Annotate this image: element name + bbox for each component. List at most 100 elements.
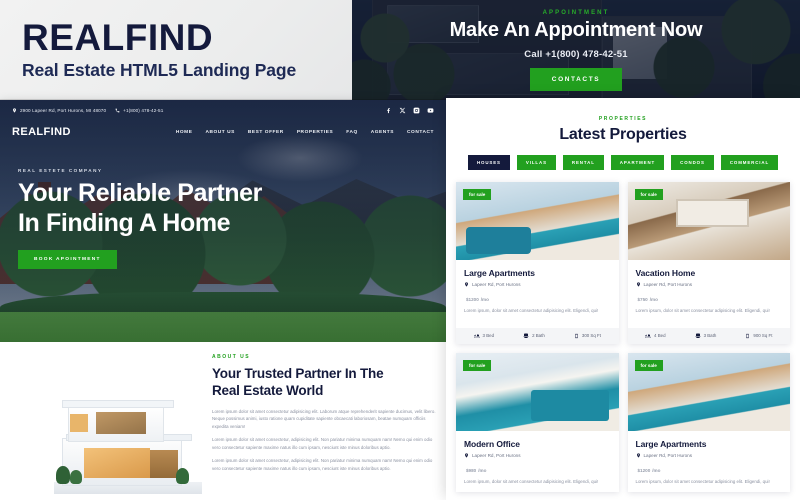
filter-tab-condos[interactable]: CONDOS: [671, 155, 714, 170]
property-price-value: $980: [466, 467, 477, 473]
property-card[interactable]: for sale Modern Office Lapeer Rd, Port H…: [456, 352, 619, 492]
property-price-unit: /mo: [649, 297, 658, 302]
property-description: Lorem ipsum, dolor sit amet consectetur …: [635, 308, 770, 313]
property-location: Lapeer Rd, Port Hurons: [636, 282, 783, 287]
for-sale-badge: for sale: [463, 359, 492, 371]
feature-label: 2 Bath: [532, 333, 545, 339]
about-house-illustration: [4, 386, 202, 496]
property-card[interactable]: for sale Vacation Home Lapeer Rd, Port H…: [627, 182, 790, 344]
topbar-address-text: 2900 Lapeer Rd, Port Hurons, MI 48070: [20, 107, 107, 113]
property-feature-bath: 2 Bath: [523, 333, 545, 339]
feature-label: 900 Sq Ft: [753, 333, 773, 339]
property-price: $980/mo: [464, 464, 611, 474]
nav-link-about-us[interactable]: ABOUT US: [205, 130, 234, 135]
bed-icon: [645, 334, 651, 338]
book-appointment-button[interactable]: BOOK APOINTMENT: [18, 250, 117, 269]
property-location: Lapeer Rd, Port Hurons: [636, 453, 783, 458]
hero-copy: REAL ESTETE COMPANY Your Reliable Partne…: [18, 168, 348, 269]
property-description: Lorem ipsum, dolor sit amet consectetur …: [635, 478, 770, 484]
feature-label: 4 Bed: [654, 333, 666, 339]
property-card-image: for sale: [627, 352, 790, 431]
youtube-icon[interactable]: [427, 107, 434, 114]
property-card[interactable]: for sale Large Apartments Lapeer Rd, Por…: [456, 182, 619, 344]
property-title: Large Apartments: [464, 268, 535, 278]
brand-panel: REALFIND Real Estate HTML5 Landing Page: [0, 0, 352, 100]
about-title-line2: Real Estate World: [212, 383, 324, 399]
property-price-unit: /mo: [478, 467, 487, 473]
property-price-value: $750: [637, 297, 648, 302]
property-location-text: Lapeer Rd, Port Hurons: [472, 452, 521, 458]
appointment-eyebrow: APPOINTMENT: [542, 9, 610, 16]
area-icon: [575, 333, 578, 338]
brand-tagline: Real Estate HTML5 Landing Page: [22, 60, 297, 81]
x-twitter-icon[interactable]: [399, 107, 406, 114]
properties-filter-tabs: HOUSES VILLAS RENTAL APARTMENT CONDOS CO…: [446, 155, 800, 170]
property-location-text: Lapeer Rd, Port Hurons: [643, 282, 693, 287]
nav-link-faq[interactable]: FAQ: [346, 130, 358, 135]
appointment-title: Make An Appointment Now: [449, 18, 703, 41]
topbar-phone-text: +1(800) 478-42-51: [123, 107, 164, 113]
property-feature-bath: 3 Bath: [695, 333, 716, 339]
location-pin-icon: [465, 282, 468, 287]
location-pin-icon: [465, 453, 468, 458]
location-pin-icon: [13, 107, 16, 113]
nav-logo[interactable]: REALFIND: [12, 126, 71, 138]
for-sale-badge: for sale: [634, 359, 663, 371]
properties-header: PROPERTIES Latest Properties: [446, 98, 800, 144]
hero-headline-line1: Your Reliable Partner: [18, 179, 262, 207]
property-features: 4 Bed 3 Bath 900 Sq Ft: [627, 327, 790, 344]
property-card[interactable]: for sale Large Apartments Lapeer Rd, Por…: [627, 352, 790, 492]
bed-icon: [474, 334, 480, 338]
nav-link-properties[interactable]: PROPERTIES: [297, 130, 333, 135]
filter-tab-apartment[interactable]: APARTMENT: [610, 155, 665, 170]
filter-tab-houses[interactable]: HOUSES: [467, 155, 510, 170]
nav-link-contact[interactable]: CONTACT: [407, 130, 434, 135]
about-title-line1: Your Trusted Partner In The: [212, 366, 384, 381]
nav-links: HOME ABOUT US BEST OFFER PROPERTIES FAQ …: [176, 130, 434, 135]
nav-link-agents[interactable]: AGENTS: [371, 130, 394, 135]
area-icon: [746, 333, 750, 338]
instagram-icon[interactable]: [413, 107, 420, 114]
bath-icon: [695, 333, 701, 338]
property-title: Large Apartments: [635, 438, 707, 449]
location-pin-icon: [636, 453, 640, 458]
property-title: Modern Office: [464, 438, 520, 449]
property-card-image: for sale: [627, 182, 790, 260]
property-price-unit: /mo: [480, 297, 489, 302]
about-paragraph-1: Lorem ipsum dolor sit amet consectetur a…: [212, 408, 436, 429]
about-copy: ABOUT US Your Trusted Partner In The Rea…: [212, 354, 436, 473]
bath-icon: [523, 333, 529, 338]
nav-link-best-offer[interactable]: BEST OFFER: [248, 130, 284, 135]
topbar: 2900 Lapeer Rd, Port Hurons, MI 48070 +1…: [0, 100, 446, 120]
property-location: Lapeer Rd, Port Hurons: [464, 453, 611, 458]
nav-link-home[interactable]: HOME: [176, 130, 193, 135]
filter-tab-commercial[interactable]: COMMERCIAL: [720, 155, 779, 170]
panel-seam: [0, 99, 446, 100]
property-feature-bed: 3 Bed: [474, 333, 494, 339]
about-paragraph-3: Lorem ipsum dolor sit amet consectetur, …: [212, 458, 433, 471]
feature-label: 300 Sq Ft: [581, 333, 601, 339]
contacts-button[interactable]: CONTACTS: [529, 67, 623, 91]
latest-properties-panel: PROPERTIES Latest Properties HOUSES VILL…: [446, 98, 800, 500]
properties-eyebrow: PROPERTIES: [598, 116, 648, 122]
property-card-image: for sale: [456, 182, 619, 260]
for-sale-badge: for sale: [463, 189, 492, 200]
appointment-banner: APPOINTMENT Make An Appointment Now Call…: [352, 0, 800, 100]
main-navbar: REALFIND HOME ABOUT US BEST OFFER PROPER…: [0, 120, 446, 144]
property-location: Lapeer Rd, Port Hurons: [464, 282, 611, 287]
hero-headline-line2: In Finding A Home: [18, 208, 231, 237]
screenshot-stage: REALFIND Real Estate HTML5 Landing Page …: [0, 0, 800, 500]
filter-tab-rental[interactable]: RENTAL: [562, 155, 604, 170]
property-feature-area: 900 Sq Ft: [745, 333, 772, 339]
appointment-phone-text: Call +1(800) 478-42-51: [524, 48, 628, 60]
property-description: Lorem ipsum, dolor sit amet consectetur …: [464, 308, 599, 313]
property-price-value: $1200: [466, 297, 479, 302]
filter-tab-villas[interactable]: VILLAS: [516, 155, 556, 170]
property-card-image: for sale: [456, 352, 619, 431]
property-location-text: Lapeer Rd, Port Hurons: [643, 452, 693, 458]
topbar-address: 2900 Lapeer Rd, Port Hurons, MI 48070: [12, 108, 106, 113]
properties-title: Latest Properties: [559, 126, 687, 143]
property-price-value: $1200: [637, 467, 651, 473]
about-section: ABOUT US Your Trusted Partner In The Rea…: [0, 342, 446, 500]
facebook-icon[interactable]: [385, 107, 392, 114]
